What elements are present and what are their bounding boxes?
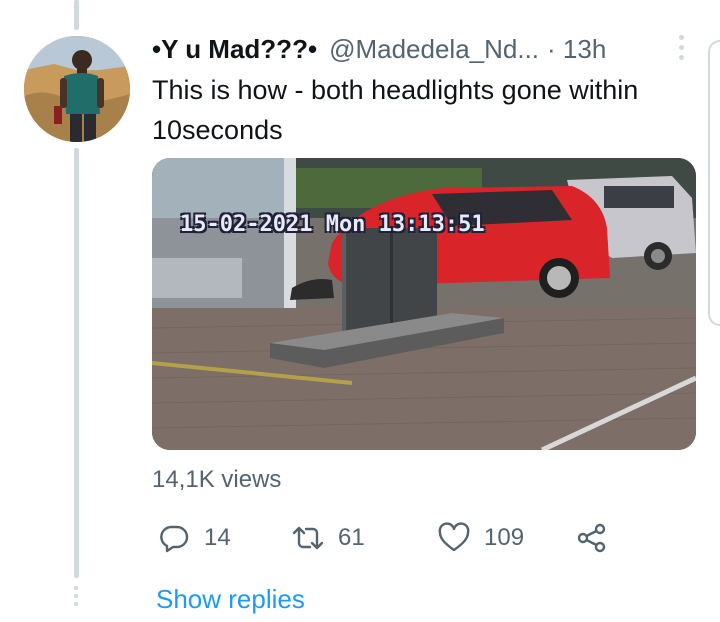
retweet-count: 61 [338,524,365,551]
share-button[interactable] [576,516,608,560]
cctv-timestamp-overlay: 15-02-2021 Mon 13:13:51 [180,212,485,237]
view-count: 14,1K views [152,466,282,493]
thread-line [74,148,79,578]
timestamp[interactable]: · 13h [547,34,606,65]
cctv-frame [152,158,696,450]
tweet-text: This is how - both headlights gone withi… [152,75,639,145]
tweet-media-video[interactable]: 15-02-2021 Mon 13:13:51 [152,158,696,450]
heart-icon [438,522,470,552]
avatar[interactable] [24,36,130,142]
display-name[interactable]: •Y u Mad???• [152,34,317,65]
retweet-icon [292,526,324,550]
like-button[interactable]: 109 [438,516,524,560]
thread-continuation-dots [70,586,82,606]
tweet-actions: 14 61 109 [152,516,622,560]
reply-count: 14 [204,524,231,551]
user-handle[interactable]: @Madedela_Nd... [329,34,539,65]
adjacent-card-edge [708,40,720,326]
reply-icon [160,525,189,553]
thread-line-top [74,0,79,30]
like-count: 109 [484,524,525,551]
reply-button[interactable]: 14 [158,516,231,560]
avatar-image [24,36,130,142]
tweet-header: •Y u Mad???• @Madedela_Nd... · 13h [152,32,690,66]
share-icon [577,523,606,553]
retweet-button[interactable]: 61 [292,516,365,560]
show-replies-link[interactable]: Show replies [156,584,305,615]
more-icon[interactable] [674,32,688,62]
